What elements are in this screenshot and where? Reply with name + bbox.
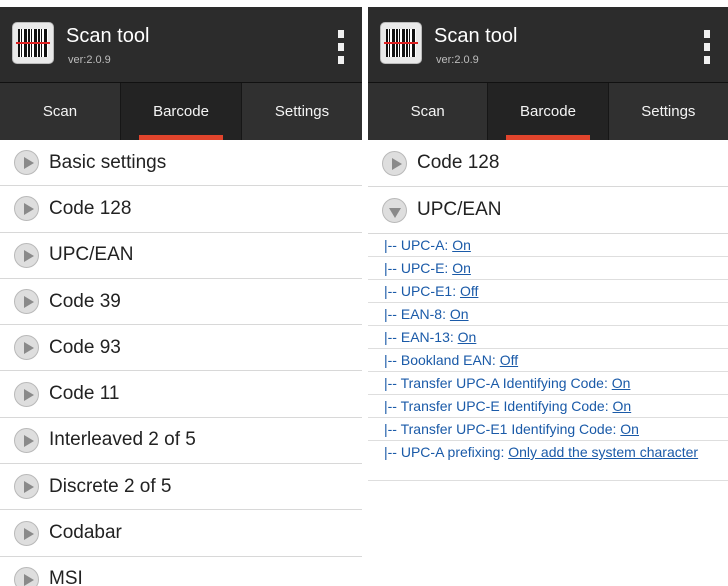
setting-label: |-- Bookland EAN: xyxy=(384,352,500,368)
setting-value-link[interactable]: On xyxy=(452,260,471,276)
setting-label: |-- UPC-A prefixing: xyxy=(384,444,509,460)
list-item[interactable]: Basic settings xyxy=(0,140,362,187)
setting-value-link[interactable]: Off xyxy=(500,352,518,368)
tab-settings[interactable]: Settings xyxy=(241,83,362,140)
setting-value-link[interactable]: On xyxy=(613,398,632,414)
play-circle-icon xyxy=(14,427,39,453)
list-item-label: Code 128 xyxy=(417,152,500,173)
setting-value-link[interactable]: On xyxy=(458,329,477,345)
overflow-menu-icon[interactable] xyxy=(336,30,346,64)
tab-barcode[interactable]: Barcode xyxy=(487,83,608,140)
setting-upc-a-prefixing[interactable]: |-- UPC-A prefixing: Only add the system… xyxy=(368,441,728,481)
list-item[interactable]: Discrete 2 of 5 xyxy=(0,464,362,511)
list-item-label: Discrete 2 of 5 xyxy=(49,475,172,497)
setting-ean-13[interactable]: |-- EAN-13: On xyxy=(368,326,728,349)
list-item-label: Basic settings xyxy=(49,151,167,173)
setting-value-link[interactable]: Only add the system character xyxy=(508,444,698,460)
setting-label: |-- EAN-8: xyxy=(384,306,450,322)
barcode-type-list: Basic settings Code 128 UPC/EAN Code 39 … xyxy=(0,140,362,586)
barcode-scanner-icon xyxy=(380,22,422,64)
list-item-label: Code 93 xyxy=(49,336,121,358)
setting-label: |-- Transfer UPC-E Identifying Code: xyxy=(384,398,613,414)
setting-label: |-- EAN-13: xyxy=(384,329,458,345)
play-circle-icon xyxy=(382,150,407,176)
setting-label: |-- Transfer UPC-A Identifying Code: xyxy=(384,375,612,391)
list-item[interactable]: MSI xyxy=(0,557,362,586)
play-circle-icon xyxy=(14,381,39,407)
list-item-label: Code 39 xyxy=(49,290,121,312)
barcode-scanner-icon xyxy=(12,22,54,64)
play-circle-icon xyxy=(14,474,39,500)
list-item-label: UPC/EAN xyxy=(417,199,502,220)
list-item-label: UPC/EAN xyxy=(49,244,134,266)
app-bar: Scan tool ver:2.0.9 xyxy=(0,7,362,82)
tab-barcode[interactable]: Barcode xyxy=(120,83,241,140)
setting-value-link[interactable]: On xyxy=(612,375,631,391)
tab-scan[interactable]: Scan xyxy=(0,83,120,140)
list-item[interactable]: Codabar xyxy=(0,510,362,557)
list-item-upc-ean[interactable]: UPC/EAN xyxy=(368,187,728,234)
setting-value-link[interactable]: On xyxy=(452,237,471,253)
setting-transfer-upc-a-id[interactable]: |-- Transfer UPC-A Identifying Code: On xyxy=(368,372,728,395)
play-circle-icon xyxy=(14,196,39,222)
list-item[interactable]: Code 11 xyxy=(0,371,362,418)
setting-transfer-upc-e1-id[interactable]: |-- Transfer UPC-E1 Identifying Code: On xyxy=(368,418,728,441)
setting-value-link[interactable]: On xyxy=(620,421,639,437)
list-item-code-128[interactable]: Code 128 xyxy=(368,140,728,187)
setting-value-link[interactable]: On xyxy=(450,306,469,322)
list-item-label: Code 128 xyxy=(49,197,132,219)
play-circle-icon xyxy=(14,289,39,315)
app-version: ver:2.0.9 xyxy=(68,54,111,66)
list-item-label: Code 11 xyxy=(49,383,120,405)
play-circle-icon xyxy=(14,335,39,361)
play-circle-icon xyxy=(14,566,39,586)
tab-bar: Scan Barcode Settings xyxy=(0,82,362,140)
setting-ean-8[interactable]: |-- EAN-8: On xyxy=(368,303,728,326)
setting-label: |-- UPC-E1: xyxy=(384,283,460,299)
tab-settings[interactable]: Settings xyxy=(607,83,728,140)
setting-upc-a[interactable]: |-- UPC-A: On xyxy=(368,234,728,257)
list-item-label: Codabar xyxy=(49,522,122,544)
tab-bar: Scan Barcode Settings xyxy=(368,82,728,140)
tab-scan[interactable]: Scan xyxy=(368,83,488,140)
expand-circle-icon xyxy=(382,197,407,223)
app-title: Scan tool xyxy=(434,25,518,47)
setting-label: |-- UPC-E: xyxy=(384,260,453,276)
setting-upc-e1[interactable]: |-- UPC-E1: Off xyxy=(368,280,728,303)
barcode-settings-list: Code 128 UPC/EAN |-- UPC-A: On |-- UPC-E… xyxy=(368,140,728,481)
setting-upc-e[interactable]: |-- UPC-E: On xyxy=(368,257,728,280)
app-bar: Scan tool ver:2.0.9 xyxy=(368,7,728,82)
play-circle-icon xyxy=(14,520,39,546)
left-screen: Scan tool ver:2.0.9 Scan Barcode Setting… xyxy=(0,0,362,586)
right-screen: Scan tool ver:2.0.9 Scan Barcode Setting… xyxy=(368,0,728,586)
app-title: Scan tool xyxy=(66,25,150,47)
play-circle-icon xyxy=(14,242,39,268)
setting-label: |-- Transfer UPC-E1 Identifying Code: xyxy=(384,421,621,437)
list-item-label: MSI xyxy=(49,568,83,586)
play-circle-icon xyxy=(14,150,39,176)
list-item[interactable]: UPC/EAN xyxy=(0,233,362,279)
list-item[interactable]: Code 39 xyxy=(0,279,362,326)
setting-value-link[interactable]: Off xyxy=(460,283,478,299)
list-item-label: Interleaved 2 of 5 xyxy=(49,429,196,451)
setting-transfer-upc-e-id[interactable]: |-- Transfer UPC-E Identifying Code: On xyxy=(368,395,728,418)
setting-label: |-- UPC-A: xyxy=(384,237,453,253)
overflow-menu-icon[interactable] xyxy=(702,30,712,64)
app-version: ver:2.0.9 xyxy=(436,54,479,66)
setting-bookland-ean[interactable]: |-- Bookland EAN: Off xyxy=(368,349,728,372)
list-item[interactable]: Code 128 xyxy=(0,186,362,233)
list-item[interactable]: Code 93 xyxy=(0,325,362,372)
list-item[interactable]: Interleaved 2 of 5 xyxy=(0,418,362,465)
